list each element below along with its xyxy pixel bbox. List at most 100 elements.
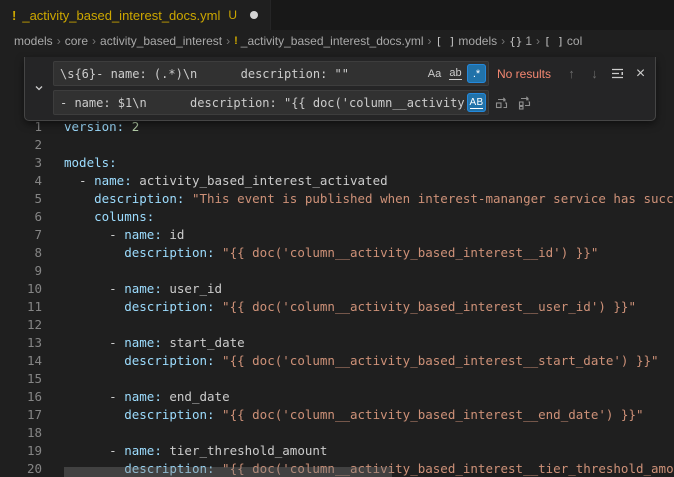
- code-line[interactable]: 11 description: "{{ doc('column__activit…: [0, 298, 674, 316]
- breadcrumb: models › core › activity_based_interest › !_ac…: [0, 30, 674, 52]
- code-line[interactable]: 14 description: "{{ doc('column__activit…: [0, 352, 674, 370]
- code-line[interactable]: 3models:: [0, 154, 674, 172]
- code-text: - name: tier_threshold_amount: [42, 442, 327, 460]
- code-lines: 1version: 223models:4 - name: activity_b…: [0, 118, 674, 477]
- code-line[interactable]: 4 - name: activity_based_interest_activa…: [0, 172, 674, 190]
- line-number[interactable]: 4: [0, 172, 42, 190]
- line-number[interactable]: 6: [0, 208, 42, 226]
- code-text: [42, 316, 64, 334]
- line-number[interactable]: 16: [0, 388, 42, 406]
- breadcrumb-separator: ›: [92, 34, 96, 48]
- line-number[interactable]: 11: [0, 298, 42, 316]
- breadcrumb-separator: ›: [428, 34, 432, 48]
- code-line[interactable]: 16 - name: end_date: [0, 388, 674, 406]
- line-number[interactable]: 2: [0, 136, 42, 154]
- find-input[interactable]: \s{6}- name: (.*)\n description: "" Aa a…: [53, 61, 489, 86]
- line-number[interactable]: 9: [0, 262, 42, 280]
- code-line[interactable]: 17 description: "{{ doc('column__activit…: [0, 406, 674, 424]
- preserve-case-button[interactable]: AB: [467, 93, 486, 112]
- code-text: [42, 136, 64, 154]
- vscode-window: ! _activity_based_interest_docs.yml U mo…: [0, 0, 674, 477]
- tab-bar: ! _activity_based_interest_docs.yml U: [0, 0, 674, 30]
- breadcrumb-separator: ›: [226, 34, 230, 48]
- replace-all-button[interactable]: [514, 92, 535, 113]
- breadcrumb-separator: ›: [536, 34, 540, 48]
- replace-icon: [494, 95, 509, 110]
- code-text: description: "{{ doc('column__activity_b…: [42, 244, 598, 262]
- code-line[interactable]: 2: [0, 136, 674, 154]
- replace-value-text: - name: $1\n description: "{{ doc('colum…: [60, 96, 465, 110]
- replace-all-icon: [517, 95, 532, 110]
- line-number[interactable]: 13: [0, 334, 42, 352]
- code-line[interactable]: 9: [0, 262, 674, 280]
- next-match-button[interactable]: ↓: [584, 63, 605, 84]
- close-icon: ×: [636, 65, 645, 83]
- breadcrumb-separator: ›: [57, 34, 61, 48]
- line-number[interactable]: 12: [0, 316, 42, 334]
- breadcrumb-item-models[interactable]: [ ]models: [436, 34, 498, 48]
- breadcrumb-item-col[interactable]: [ ]col: [544, 34, 582, 48]
- line-number[interactable]: 8: [0, 244, 42, 262]
- line-number[interactable]: 10: [0, 280, 42, 298]
- breadcrumb-item-core[interactable]: core: [65, 34, 88, 48]
- code-line[interactable]: 13 - name: start_date: [0, 334, 674, 352]
- replace-row: - name: $1\n description: "{{ doc('colum…: [53, 90, 651, 115]
- object-icon: {}: [509, 35, 522, 48]
- chevron-down-icon: [33, 82, 45, 94]
- code-text: description: "{{ doc('column__activity_b…: [42, 406, 644, 424]
- code-line[interactable]: 8 description: "{{ doc('column__activity…: [0, 244, 674, 262]
- code-text: - name: id: [42, 226, 184, 244]
- breadcrumb-item-models[interactable]: models: [14, 34, 53, 48]
- line-number[interactable]: 5: [0, 190, 42, 208]
- breadcrumb-item-_activity_based_interest_docs.yml[interactable]: !_activity_based_interest_docs.yml: [234, 34, 423, 48]
- modified-indicator-icon[interactable]: [250, 11, 258, 19]
- code-line[interactable]: 18: [0, 424, 674, 442]
- code-line[interactable]: 6 columns:: [0, 208, 674, 226]
- line-number[interactable]: 18: [0, 424, 42, 442]
- code-line[interactable]: 5 description: "This event is published …: [0, 190, 674, 208]
- code-text: - name: user_id: [42, 280, 222, 298]
- line-number[interactable]: 7: [0, 226, 42, 244]
- close-button[interactable]: ×: [630, 63, 651, 84]
- regex-button[interactable]: .*: [467, 64, 486, 83]
- breadcrumb-separator: ›: [501, 34, 505, 48]
- code-text: models:: [42, 154, 117, 172]
- tab-active[interactable]: ! _activity_based_interest_docs.yml U: [0, 0, 271, 30]
- code-text: description: "{{ doc('column__activity_b…: [42, 352, 659, 370]
- line-number[interactable]: 15: [0, 370, 42, 388]
- code-text: - name: end_date: [42, 388, 230, 406]
- warning-icon: !: [12, 8, 16, 23]
- code-text: - name: activity_based_interest_activate…: [42, 172, 388, 190]
- code-line[interactable]: 12: [0, 316, 674, 334]
- line-number[interactable]: 14: [0, 352, 42, 370]
- horizontal-scrollbar[interactable]: [64, 467, 392, 477]
- find-row: \s{6}- name: (.*)\n description: "" Aa a…: [53, 61, 651, 86]
- code-line[interactable]: 15: [0, 370, 674, 388]
- code-text: - name: start_date: [42, 334, 245, 352]
- find-in-selection-icon: [610, 66, 625, 81]
- code-text: columns:: [42, 208, 154, 226]
- code-text: [42, 424, 64, 442]
- whole-word-button[interactable]: ab: [446, 64, 465, 83]
- code-line[interactable]: 7 - name: id: [0, 226, 674, 244]
- replace-input[interactable]: - name: $1\n description: "{{ doc('colum…: [53, 90, 489, 115]
- code-text: description: "This event is published wh…: [42, 190, 674, 208]
- line-number[interactable]: 20: [0, 460, 42, 477]
- editor[interactable]: \s{6}- name: (.*)\n description: "" Aa a…: [0, 52, 674, 477]
- code-line[interactable]: 10 - name: user_id: [0, 280, 674, 298]
- code-line[interactable]: 19 - name: tier_threshold_amount: [0, 442, 674, 460]
- replace-button[interactable]: [491, 92, 512, 113]
- find-widget: \s{6}- name: (.*)\n description: "" Aa a…: [24, 57, 656, 121]
- line-number[interactable]: 19: [0, 442, 42, 460]
- toggle-replace-button[interactable]: [25, 61, 53, 115]
- git-status-badge: U: [228, 8, 237, 22]
- match-case-button[interactable]: Aa: [425, 64, 444, 83]
- array-icon: [ ]: [436, 35, 456, 48]
- breadcrumb-item-activity_based_interest[interactable]: activity_based_interest: [100, 34, 222, 48]
- previous-match-button[interactable]: ↑: [561, 63, 582, 84]
- line-number[interactable]: 3: [0, 154, 42, 172]
- find-in-selection-button[interactable]: [607, 63, 628, 84]
- line-number[interactable]: 17: [0, 406, 42, 424]
- breadcrumb-item-1[interactable]: {}1: [509, 34, 532, 48]
- warning-icon: !: [234, 35, 238, 47]
